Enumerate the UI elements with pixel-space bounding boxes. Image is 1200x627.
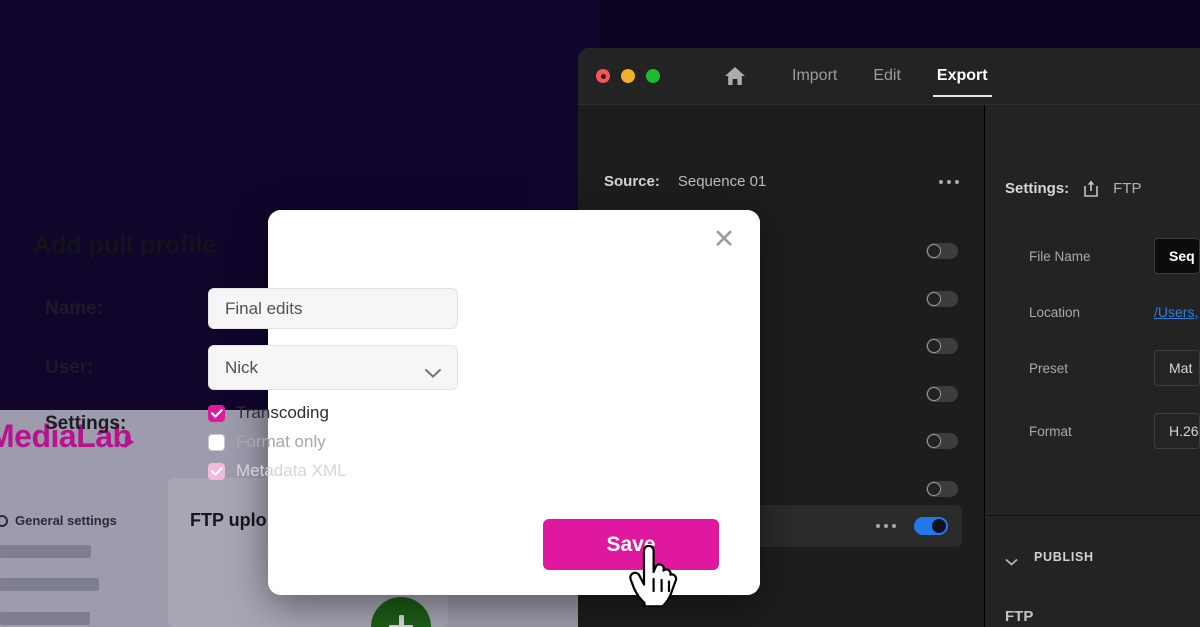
modal-row-name: Name: Final edits (45, 288, 458, 329)
name-input[interactable]: Final edits (208, 288, 458, 329)
toggle-knob (927, 339, 941, 353)
modal-row-user: User: Nick (45, 345, 458, 390)
field-row-preset: Preset Mat (1029, 350, 1200, 386)
checkbox-row-format-only[interactable]: Format only (208, 432, 347, 452)
checkbox-row-metadata-xml: Metadata XML (208, 461, 347, 481)
tab-export-label: Export (936, 67, 988, 84)
source-label: Source: (604, 173, 660, 190)
toggle-row (926, 385, 958, 434)
toggle-knob (927, 244, 941, 258)
ellipsis-icon[interactable] (876, 524, 896, 528)
general-settings-item[interactable]: General settings (0, 513, 117, 528)
save-button[interactable]: Save (543, 519, 719, 570)
toggle-switch-off[interactable] (926, 433, 958, 449)
home-icon[interactable] (724, 66, 746, 86)
section-divider (985, 515, 1200, 516)
field-row-file-name: File Name Seq (1029, 238, 1200, 274)
file-name-input[interactable]: Seq (1154, 238, 1200, 274)
field-label: Preset (1029, 360, 1069, 376)
toggle-switch-off[interactable] (926, 290, 958, 307)
field-label: Format (1029, 423, 1072, 439)
toggle-knob (927, 291, 941, 306)
user-label: User: (45, 356, 94, 378)
close-icon[interactable]: ✕ (709, 224, 739, 254)
modal-row-settings: Settings: Transcoding Format only Metada… (45, 403, 347, 481)
chevron-down-icon (1005, 553, 1018, 566)
checkbox-label: Metadata XML (236, 461, 347, 480)
settings-label: Settings: (1005, 180, 1070, 197)
ftp-group-title: FTP (1005, 608, 1034, 625)
window-nav-tabs: Import Edit Export (774, 48, 1006, 105)
settings-header: Settings: FTP (1005, 179, 1142, 198)
ellipsis-icon[interactable] (939, 179, 959, 184)
publish-section-header[interactable]: PUBLISH (1005, 550, 1094, 566)
toggle-switch-off[interactable] (926, 338, 958, 354)
location-link[interactable]: /Users, (1154, 304, 1198, 320)
sidebar-placeholder-bar (0, 545, 91, 558)
source-row: Source: Sequence 01 (604, 173, 959, 190)
close-window-button[interactable] (596, 69, 610, 83)
screen: MediaLab General settings FTP uplo Impor… (0, 0, 1200, 627)
ftp-upload-card-title: FTP uplo (190, 510, 267, 530)
checkbox-label: Transcoding (236, 403, 329, 422)
checkbox-label: Format only (236, 432, 326, 451)
checkbox-row-transcoding[interactable]: Transcoding (208, 403, 347, 423)
toggle-row (926, 338, 958, 386)
tab-import-label: Import (792, 67, 838, 84)
upload-icon[interactable] (1082, 179, 1100, 198)
field-row-format: Format H.26 (1029, 413, 1200, 449)
settings-label: Settings: (45, 413, 127, 434)
toggle-switch-off[interactable] (926, 480, 958, 497)
field-row-location: Location /Users, (1029, 301, 1200, 323)
toggle-switch-off[interactable] (926, 385, 958, 402)
field-label: Location (1029, 304, 1081, 320)
maximize-window-button[interactable] (646, 69, 660, 83)
tab-edit-label: Edit (873, 67, 901, 84)
tab-edit[interactable]: Edit (855, 48, 919, 105)
tab-import[interactable]: Import (774, 48, 855, 105)
export-settings-pane: Settings: FTP File Name Seq Location /Us… (985, 105, 1200, 627)
toggle-row (926, 433, 958, 481)
toggle-knob (927, 386, 941, 401)
user-select-value: Nick (225, 357, 259, 377)
toggle-switch-off[interactable] (926, 243, 958, 259)
source-value[interactable]: Sequence 01 (678, 173, 766, 190)
minimize-window-button[interactable] (621, 69, 635, 83)
tab-export[interactable]: Export (919, 48, 1006, 105)
preset-select[interactable]: Mat (1154, 350, 1200, 386)
field-label: File Name (1029, 248, 1091, 264)
general-settings-label: General settings (15, 513, 117, 528)
publish-section-title: PUBLISH (1034, 550, 1094, 564)
name-label: Name: (45, 297, 104, 319)
window-titlebar: Import Edit Export (578, 48, 1200, 105)
settings-mode-label: FTP (1113, 180, 1142, 197)
toggle-knob (927, 434, 941, 448)
modal-title: Add pull profile (33, 231, 217, 259)
sidebar-placeholder-bar (0, 578, 99, 591)
format-select[interactable]: H.26 (1154, 413, 1200, 449)
toggle-knob (927, 481, 941, 496)
toggle-row (926, 243, 958, 291)
checkbox-checked-icon[interactable] (208, 404, 225, 422)
toggle-knob (932, 519, 946, 533)
user-select[interactable]: Nick (208, 345, 458, 390)
checkbox-unchecked-icon[interactable] (208, 433, 225, 451)
toggle-row (926, 290, 958, 339)
gear-icon (0, 514, 8, 527)
settings-checkbox-group: Transcoding Format only Metadata XML (208, 403, 347, 481)
toggle-switch-on[interactable] (914, 517, 948, 535)
plus-icon (389, 615, 413, 627)
traffic-lights (596, 69, 660, 83)
sidebar-placeholder-bar (0, 612, 90, 625)
checkbox-checked-disabled-icon (208, 462, 225, 480)
chevron-down-icon (425, 363, 441, 378)
